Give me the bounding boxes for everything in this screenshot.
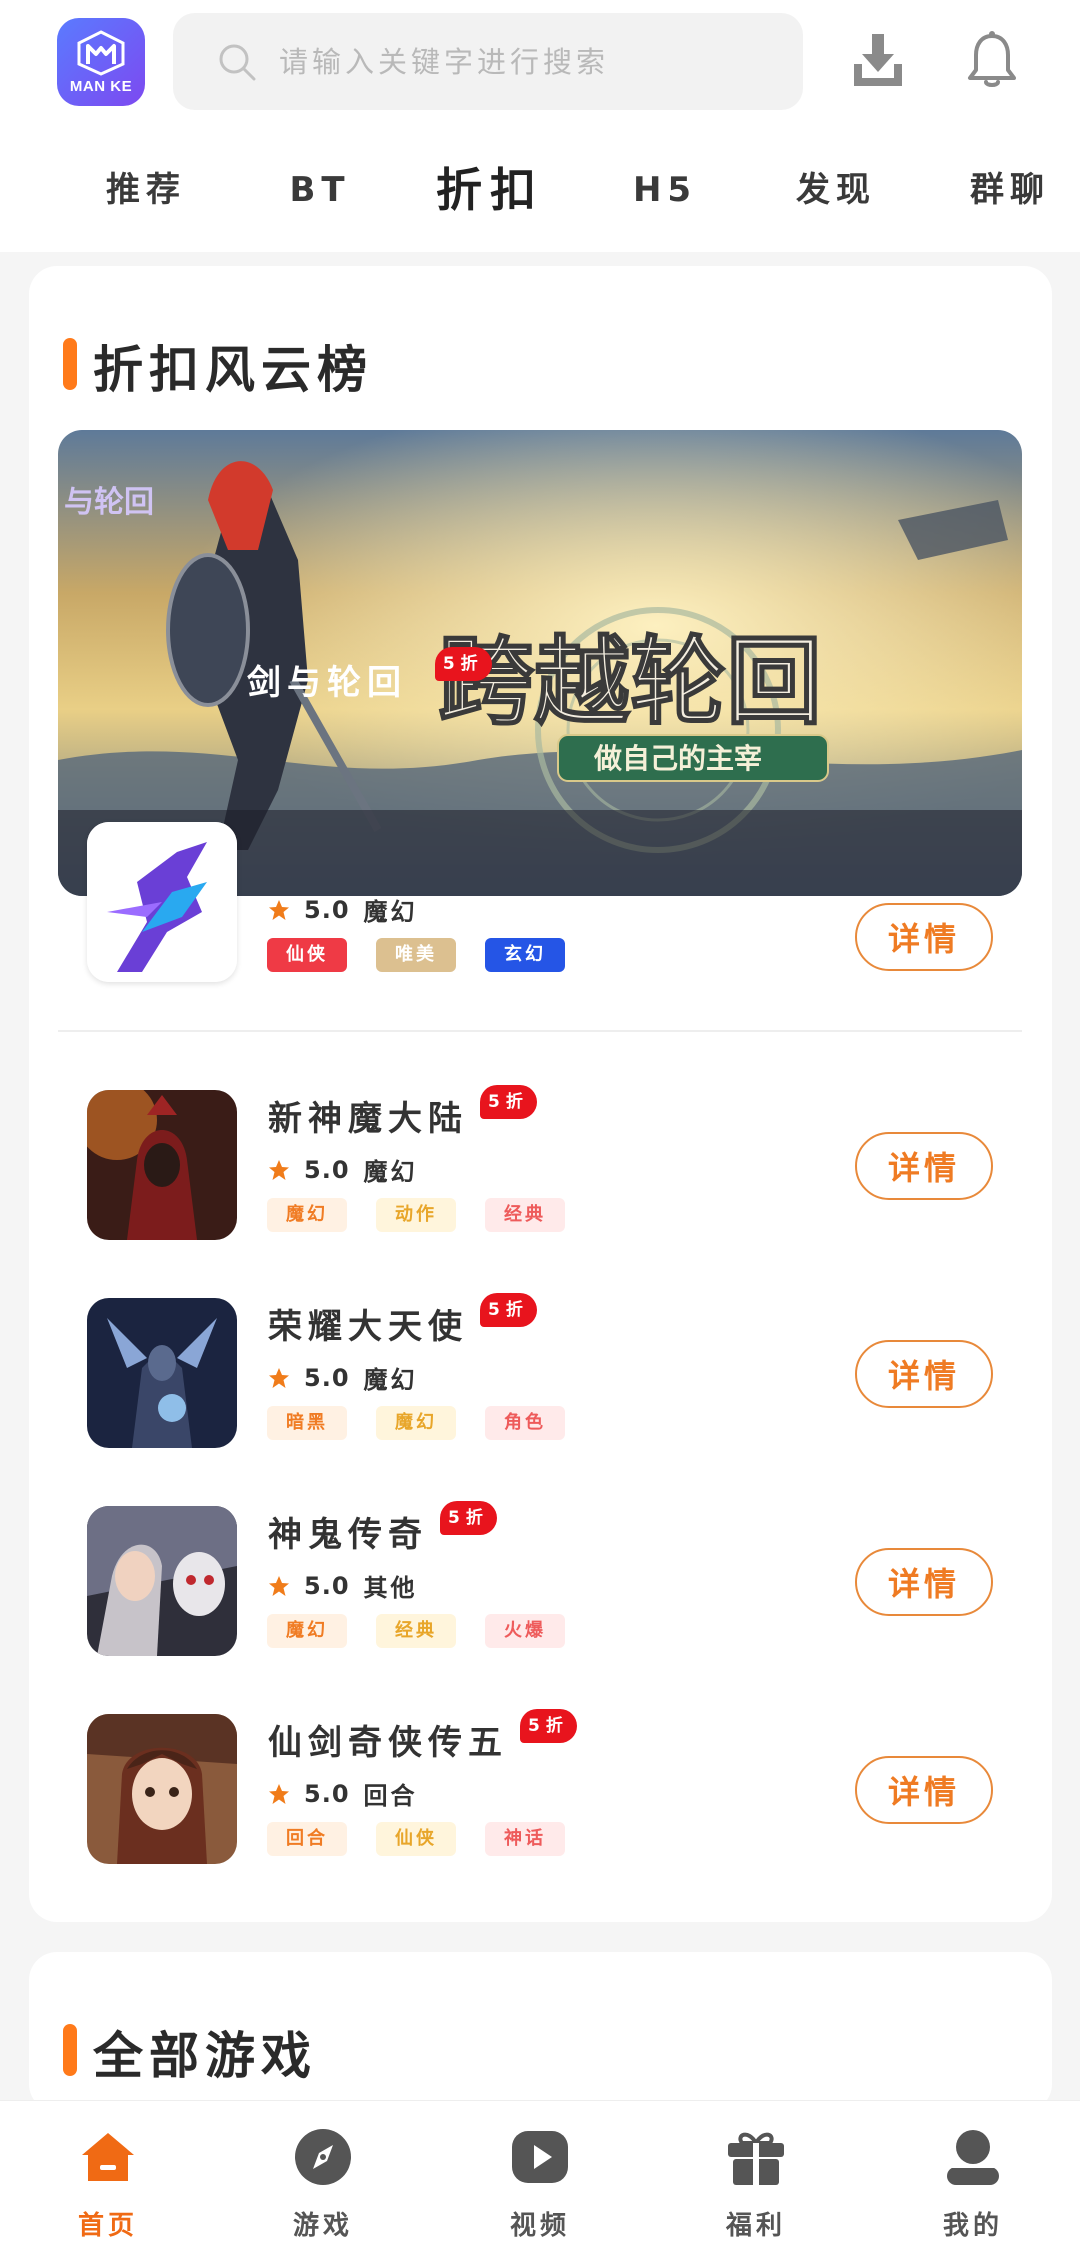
banner-title: 跨越轮回 (438, 625, 822, 738)
game-row[interactable]: 仙剑奇侠传五 5折 5.0 回合 回合 仙侠 神话 详情 (29, 1709, 1052, 1864)
tag: 魔幻 (267, 1198, 347, 1232)
tag: 神话 (485, 1822, 565, 1856)
play-icon (512, 2131, 568, 2183)
tag: 经典 (376, 1614, 456, 1648)
game-name: 荣耀大天使 5折 (268, 1293, 537, 1348)
featured-detail-button[interactable]: 详情 (855, 903, 993, 971)
game-row[interactable]: 神鬼传奇 5折 5.0 其他 魔幻 经典 火爆 详情 (29, 1501, 1052, 1656)
star-icon (269, 1575, 289, 1596)
section-accent-bar (63, 338, 77, 390)
featured-tags: 仙侠 唯美 玄幻 (267, 938, 565, 972)
gift-icon (728, 2132, 784, 2185)
game-rating: 5.0 魔幻 (268, 1152, 418, 1187)
nav-benefits[interactable]: 福利 (696, 2101, 816, 2247)
detail-button[interactable]: 详情 (855, 1548, 993, 1616)
app-logo[interactable]: MAN KE (57, 18, 145, 106)
game-row[interactable]: 新神魔大陆 5折 5.0 魔幻 魔幻 动作 经典 详情 (29, 1085, 1052, 1240)
nav-games[interactable]: 游戏 (263, 2101, 383, 2247)
game-icon[interactable] (87, 1714, 237, 1864)
compass-icon (295, 2129, 351, 2185)
tag: 玄幻 (485, 938, 565, 972)
nav-videos[interactable]: 视频 (480, 2101, 600, 2247)
search-bar[interactable] (173, 13, 803, 110)
game-name: 仙剑奇侠传五 5折 (268, 1709, 577, 1764)
game-rating: 5.0 回合 (268, 1776, 418, 1811)
star-icon (269, 1783, 289, 1804)
section-title: 全部游戏 (93, 2026, 317, 2085)
star-icon (269, 1367, 289, 1388)
discount-badge: 5折 (480, 1085, 537, 1119)
divider (58, 1030, 1022, 1032)
game-icon[interactable] (87, 1506, 237, 1656)
tab-discover[interactable]: 发现 (786, 150, 886, 230)
detail-button[interactable]: 详情 (855, 1340, 993, 1408)
game-tags: 暗黑 魔幻 角色 (267, 1406, 565, 1440)
tag: 火爆 (485, 1614, 565, 1648)
bell-icon[interactable] (964, 30, 1020, 90)
discount-badge: 5折 (520, 1709, 577, 1743)
featured-game-name: 剑与轮回 5折 (247, 647, 492, 704)
star-icon (269, 1159, 289, 1180)
tab-recommend[interactable]: 推荐 (96, 150, 196, 230)
featured-game-icon[interactable] (87, 822, 237, 982)
tag: 动作 (376, 1198, 456, 1232)
game-rating: 5.0 魔幻 (268, 1360, 418, 1395)
detail-button[interactable]: 详情 (855, 1132, 993, 1200)
tag: 角色 (485, 1406, 565, 1440)
game-tags: 魔幻 经典 火爆 (267, 1614, 565, 1648)
discount-badge: 5折 (480, 1293, 537, 1327)
star-icon (269, 899, 289, 920)
game-name: 新神魔大陆 5折 (268, 1085, 537, 1140)
banner-subtitle: 做自己的主宰 (593, 742, 762, 775)
home-icon (82, 2133, 134, 2181)
logo-text: MAN KE (69, 77, 133, 95)
discount-ranking-card: 折扣风云榜 跨越轮回 做自己的主宰 与轮回 剑与轮回 5折 5.0 魔幻 仙侠 … (29, 266, 1052, 1922)
discount-badge: 5折 (440, 1501, 497, 1535)
featured-rating: 5.0 魔幻 (268, 892, 418, 927)
tab-bt[interactable]: BT (270, 150, 370, 230)
bottom-navigation: 首页 游戏 视频 福利 我的 (0, 2100, 1080, 2247)
tag: 魔幻 (267, 1614, 347, 1648)
tag: 经典 (485, 1198, 565, 1232)
nav-profile[interactable]: 我的 (913, 2101, 1033, 2247)
nav-home[interactable]: 首页 (48, 2101, 168, 2247)
download-icon[interactable] (850, 30, 906, 90)
search-icon (219, 44, 256, 80)
detail-button[interactable]: 详情 (855, 1756, 993, 1824)
tag: 魔幻 (376, 1406, 456, 1440)
tab-discount[interactable]: 折扣 (425, 150, 555, 230)
all-games-card: 全部游戏 (29, 1952, 1052, 2112)
game-tags: 魔幻 动作 经典 (267, 1198, 565, 1232)
game-name: 神鬼传奇 5折 (268, 1501, 497, 1556)
tag: 回合 (267, 1822, 347, 1856)
user-icon (947, 2130, 999, 2185)
tab-h5[interactable]: H5 (615, 150, 715, 230)
search-input[interactable] (279, 44, 759, 79)
game-rating: 5.0 其他 (268, 1568, 418, 1603)
top-bar: MAN KE 推荐 BT 折扣 H5 发现 群聊 (0, 0, 1080, 252)
tag: 暗黑 (267, 1406, 347, 1440)
game-row[interactable]: 荣耀大天使 5折 5.0 魔幻 暗黑 魔幻 角色 详情 (29, 1293, 1052, 1448)
tag: 仙侠 (376, 1822, 456, 1856)
category-tabs: 推荐 BT 折扣 H5 发现 群聊 (0, 150, 1080, 230)
tag: 唯美 (376, 938, 456, 972)
discount-badge: 5折 (434, 647, 492, 681)
section-accent-bar (63, 2024, 77, 2076)
banner-game-logo: 与轮回 (64, 485, 154, 520)
game-tags: 回合 仙侠 神话 (267, 1822, 565, 1856)
game-icon[interactable] (87, 1298, 237, 1448)
tab-group-chat[interactable]: 群聊 (960, 150, 1060, 230)
logo-mark-icon (77, 29, 125, 76)
section-title: 折扣风云榜 (93, 340, 373, 399)
tag: 仙侠 (267, 938, 347, 972)
game-icon[interactable] (87, 1090, 237, 1240)
